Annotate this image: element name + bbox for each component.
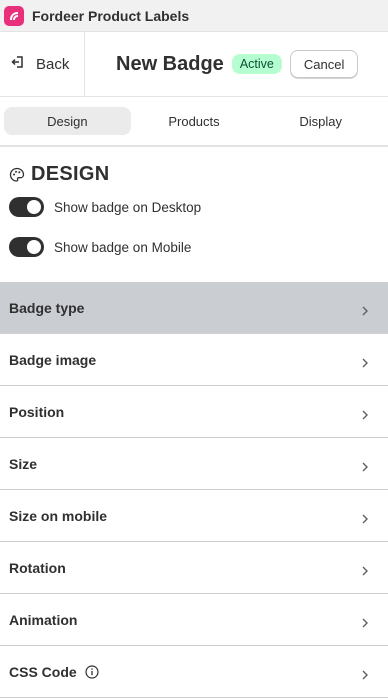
desktop-toggle-label: Show badge on Desktop — [54, 199, 202, 215]
info-icon[interactable] — [85, 664, 99, 679]
setting-label: Position — [9, 403, 65, 420]
page-header: Back New Badge Active Cancel — [0, 31, 388, 97]
chevron-right-icon — [360, 459, 370, 471]
palette-icon — [9, 167, 25, 183]
setting-label: Badge type — [9, 299, 85, 316]
chevron-right-icon — [360, 303, 370, 315]
setting-label: Badge image — [9, 351, 97, 368]
status-badge: Active — [231, 54, 282, 74]
chevron-right-icon — [360, 355, 370, 367]
app-title: Fordeer Product Labels — [32, 7, 190, 24]
setting-size-on-mobile[interactable]: Size on mobile — [0, 490, 388, 542]
desktop-toggle[interactable] — [9, 197, 44, 217]
tab-display[interactable]: Display — [257, 107, 384, 135]
setting-label: Size — [9, 455, 38, 472]
back-button[interactable]: Back — [0, 32, 85, 96]
design-section-header: DESIGN — [0, 147, 388, 187]
mobile-toggle-row: Show badge on Mobile — [0, 227, 388, 267]
chevron-right-icon — [360, 407, 370, 419]
mobile-toggle-label: Show badge on Mobile — [54, 239, 192, 255]
settings-list: Badge type Badge image Position Size Siz… — [0, 282, 388, 698]
back-arrow-icon — [11, 55, 25, 74]
setting-label: CSS Code — [9, 663, 77, 680]
setting-label: Rotation — [9, 559, 66, 576]
setting-css-code[interactable]: CSS Code — [0, 646, 388, 698]
setting-badge-image[interactable]: Badge image — [0, 334, 388, 386]
cancel-button[interactable]: Cancel — [289, 50, 359, 78]
section-title: DESIGN — [31, 163, 110, 185]
setting-label-wrap: CSS Code — [9, 664, 99, 680]
setting-rotation[interactable]: Rotation — [0, 542, 388, 594]
tab-design[interactable]: Design — [4, 107, 131, 135]
mobile-toggle[interactable] — [9, 237, 44, 257]
app-title-bar: Fordeer Product Labels — [0, 0, 388, 31]
setting-position[interactable]: Position — [0, 386, 388, 438]
chevron-right-icon — [360, 563, 370, 575]
chevron-right-icon — [360, 667, 370, 679]
chevron-right-icon — [360, 511, 370, 523]
setting-label: Animation — [9, 611, 78, 628]
app-logo-icon — [4, 5, 24, 26]
back-button-label: Back — [36, 55, 70, 73]
tab-products[interactable]: Products — [131, 107, 258, 135]
setting-size[interactable]: Size — [0, 438, 388, 490]
page-title: New Badge — [116, 52, 224, 75]
chevron-right-icon — [360, 615, 370, 627]
setting-animation[interactable]: Animation — [0, 594, 388, 646]
setting-label: Size on mobile — [9, 507, 108, 524]
tab-bar: Design Products Display — [0, 97, 388, 147]
desktop-toggle-row: Show badge on Desktop — [0, 187, 388, 227]
setting-badge-type[interactable]: Badge type — [0, 282, 388, 334]
